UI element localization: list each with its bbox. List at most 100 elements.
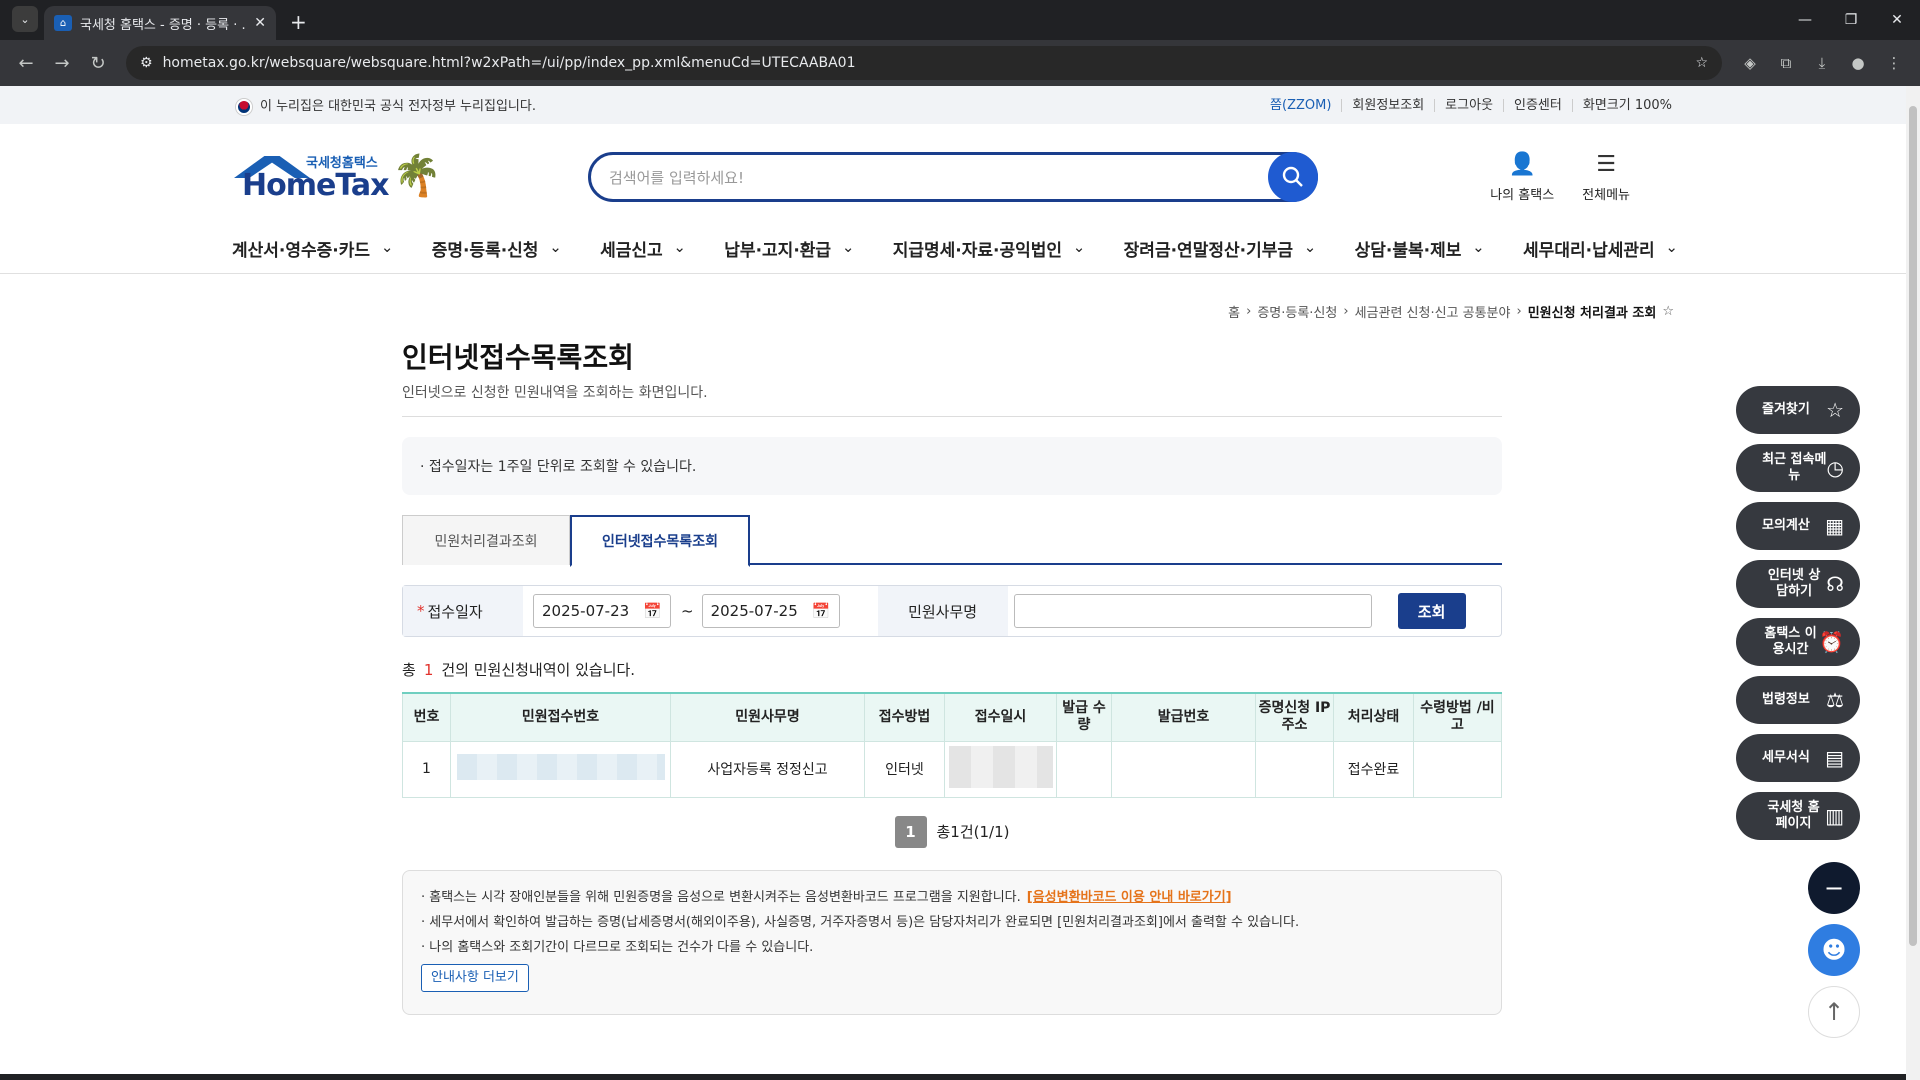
menu-item-receipts[interactable]: 계산서·영수증·카드 xyxy=(232,236,393,261)
quick-recent-menu[interactable]: 최근 접속메뉴 ◷ xyxy=(1736,444,1860,492)
search-submit-button[interactable]: 조회 xyxy=(1397,593,1466,629)
col-datetime: 접수일시 xyxy=(944,692,1057,742)
tab-search-button[interactable]: ⌄ xyxy=(12,6,38,32)
kebab-menu-icon[interactable]: ⋮ xyxy=(1876,54,1912,72)
col-office-name: 민원사무명 xyxy=(670,692,865,742)
search-button[interactable] xyxy=(1268,152,1318,202)
quick-nts-home[interactable]: 국세청 홈페이지 ▥ xyxy=(1736,792,1860,840)
main-menu: 계산서·영수증·카드 증명·등록·신청 세금신고 납부·고지·환급 지급명세·자… xyxy=(0,224,1920,274)
office-name-input[interactable] xyxy=(1013,594,1372,628)
member-info-link[interactable]: 회원정보조회 xyxy=(1341,98,1434,112)
new-tab-button[interactable]: + xyxy=(290,10,307,34)
zzom-link[interactable]: 쯤(ZZOM) xyxy=(1260,99,1341,112)
close-window-icon[interactable]: ✕ xyxy=(1874,0,1920,40)
page-button-1[interactable]: 1 xyxy=(894,815,927,848)
restore-icon[interactable]: ❐ xyxy=(1828,0,1874,40)
breadcrumb-common[interactable]: 세금관련 신청·신고 공통분야 xyxy=(1355,302,1511,321)
quick-favorites[interactable]: 즐겨찾기 ☆ xyxy=(1736,386,1860,434)
arrow-up-icon: ↑ xyxy=(1823,998,1845,1026)
menu-item-statements[interactable]: 지급명세·자료·공익법인 xyxy=(893,236,1086,261)
my-hometax-label: 나의 홈택스 xyxy=(1490,188,1555,203)
breadcrumb-home[interactable]: 홈 xyxy=(1228,302,1240,321)
cell-method: 인터넷 xyxy=(864,740,945,798)
col-note: 수령방법 /비고 xyxy=(1413,692,1502,742)
title-divider xyxy=(402,416,1502,417)
gov-notice: 이 누리집은 대한민국 공식 전자정부 누리집입니다. xyxy=(260,99,536,115)
favorite-star-icon[interactable]: ☆ xyxy=(1662,304,1674,319)
date-from-field[interactable]: 2025-07-23 📅 xyxy=(533,594,671,628)
page-scrollbar[interactable] xyxy=(1906,86,1920,1080)
quick-consult[interactable]: 인터넷 상담하기 ☊ xyxy=(1736,560,1860,608)
quick-simulation[interactable]: 모의계산 ▦ xyxy=(1736,502,1860,550)
url-text: hometax.go.kr/websquare/websquare.html?w… xyxy=(162,55,856,71)
reload-icon[interactable]: ↻ xyxy=(80,53,116,74)
extension-icon[interactable]: ◈ xyxy=(1732,54,1768,72)
quick-hours[interactable]: 홈택스 이용시간 ⏰ xyxy=(1736,618,1860,666)
menu-item-certificates[interactable]: 증명·등록·신청 xyxy=(432,236,562,261)
close-tab-icon[interactable]: ✕ xyxy=(254,15,266,31)
barcode-guide-link[interactable]: [음성변환바코드 이용 안내 바로가기] xyxy=(1027,890,1232,905)
calendar-icon[interactable]: 📅 xyxy=(643,602,662,620)
tab-processing-result[interactable]: 민원처리결과조회 xyxy=(402,515,570,565)
all-menu-button[interactable]: ☰ 전체메뉴 xyxy=(1582,150,1630,204)
bookmark-star-icon[interactable]: ☆ xyxy=(1695,55,1708,71)
page-summary: 총1건(1/1) xyxy=(936,823,1010,841)
profile-avatar[interactable]: ● xyxy=(1840,54,1876,72)
collapse-button[interactable]: − xyxy=(1808,862,1860,914)
more-info-button[interactable]: 안내사항 더보기 xyxy=(421,963,529,992)
menu-item-agent[interactable]: 세무대리·납세관리 xyxy=(1523,236,1678,261)
breadcrumb-sep-icon: › xyxy=(1246,304,1252,319)
hometax-logo[interactable]: 국세청홈택스 HomeTax 🌴 xyxy=(232,150,442,210)
tab-strip: ⌄ ⌂ 국세청 홈택스 - 증명 · 등록 · ... ✕ + xyxy=(0,0,1920,40)
menu-item-tax-filing[interactable]: 세금신고 xyxy=(600,236,686,261)
minimize-icon[interactable]: — xyxy=(1782,0,1828,40)
menu-item-incentives[interactable]: 장려금·연말정산·기부금 xyxy=(1124,236,1317,261)
quick-law[interactable]: 법령정보 ⚖ xyxy=(1736,676,1860,724)
window-controls: — ❐ ✕ xyxy=(1782,0,1920,40)
hamburger-icon: ☰ xyxy=(1596,151,1616,177)
chatbot-button[interactable]: ☻ xyxy=(1808,924,1860,976)
tab-internet-receipts[interactable]: 인터넷접수목록조회 xyxy=(570,515,750,567)
info-line-3: · 나의 홈택스와 조회기간이 다르므로 조회되는 건수가 다를 수 있습니다. xyxy=(421,939,814,955)
count-prefix: 총 xyxy=(402,661,416,679)
scroll-top-button[interactable]: ↑ xyxy=(1808,986,1860,1038)
menu-item-consulting[interactable]: 상담·불복·제보 xyxy=(1355,236,1485,261)
cert-center-link[interactable]: 인증센터 xyxy=(1503,98,1572,112)
notice-box: · 접수일자는 1주일 단위로 조회할 수 있습니다. xyxy=(402,437,1502,495)
logo-text: HomeTax xyxy=(242,168,390,203)
count-number: 1 xyxy=(423,661,434,679)
scrollbar-thumb[interactable] xyxy=(1909,106,1917,946)
bottom-edge xyxy=(0,1074,1906,1080)
quick-forms[interactable]: 세무서식 ▤ xyxy=(1736,734,1860,782)
breadcrumb-certificates[interactable]: 증명·등록·신청 xyxy=(1257,302,1337,321)
site-info-icon[interactable]: ⚙ xyxy=(140,55,153,71)
calendar-icon[interactable]: 📅 xyxy=(812,602,831,620)
quick-menu: 즐겨찾기 ☆ 최근 접속메뉴 ◷ 모의계산 ▦ 인터넷 상담하기 ☊ 홈택스 이용시간 ⏰… xyxy=(1736,386,1860,840)
user-bell-icon: 👤 xyxy=(1508,151,1536,177)
search-input[interactable]: 검색어를 입력하세요! xyxy=(588,152,1318,202)
logout-link[interactable]: 로그아웃 xyxy=(1434,98,1503,112)
info-line-1-text: · 홈택스는 시각 장애인분들을 위해 민원증명을 음성으로 변환시켜주는 음성… xyxy=(421,889,1021,905)
zoom-select[interactable]: 화면크기 100% xyxy=(1571,98,1682,112)
header-icons: 👤 나의 홈택스 ☰ 전체메뉴 xyxy=(1490,150,1630,204)
table-row[interactable]: 1 사업자등록 정정신고 인터넷 접수완료 xyxy=(402,740,1502,798)
gavel-icon: ⚖ xyxy=(1826,688,1844,712)
download-icon[interactable]: ⤓ xyxy=(1804,54,1840,72)
building-icon: ▥ xyxy=(1825,804,1844,828)
breadcrumb-sep-icon: › xyxy=(1343,304,1349,319)
cell-status: 접수완료 xyxy=(1333,740,1414,798)
date-to-field[interactable]: 2025-07-25 📅 xyxy=(701,594,840,628)
address-bar-row: ← → ↻ ⚙ hometax.go.kr/websquare/websquar… xyxy=(0,40,1920,86)
forward-icon[interactable]: → xyxy=(44,53,80,74)
address-bar[interactable]: ⚙ hometax.go.kr/websquare/websquare.html… xyxy=(126,46,1722,80)
browser-tab[interactable]: ⌂ 국세청 홈택스 - 증명 · 등록 · ... ✕ xyxy=(44,6,276,40)
menu-item-payment[interactable]: 납부·고지·환급 xyxy=(724,236,854,261)
puzzle-icon[interactable]: ⧉ xyxy=(1768,54,1804,72)
main-content: 인터넷접수목록조회 인터넷으로 신청한 민원내역을 조회하는 화면입니다. · … xyxy=(402,336,1502,1015)
back-icon[interactable]: ← xyxy=(8,53,44,74)
office-name-label: 민원사무명 xyxy=(877,586,1008,636)
cell-receipt-no[interactable] xyxy=(450,740,671,798)
my-hometax-button[interactable]: 👤 나의 홈택스 xyxy=(1490,150,1555,204)
search-icon xyxy=(1282,166,1303,187)
quick-favorites-label: 즐겨찾기 xyxy=(1762,402,1810,417)
